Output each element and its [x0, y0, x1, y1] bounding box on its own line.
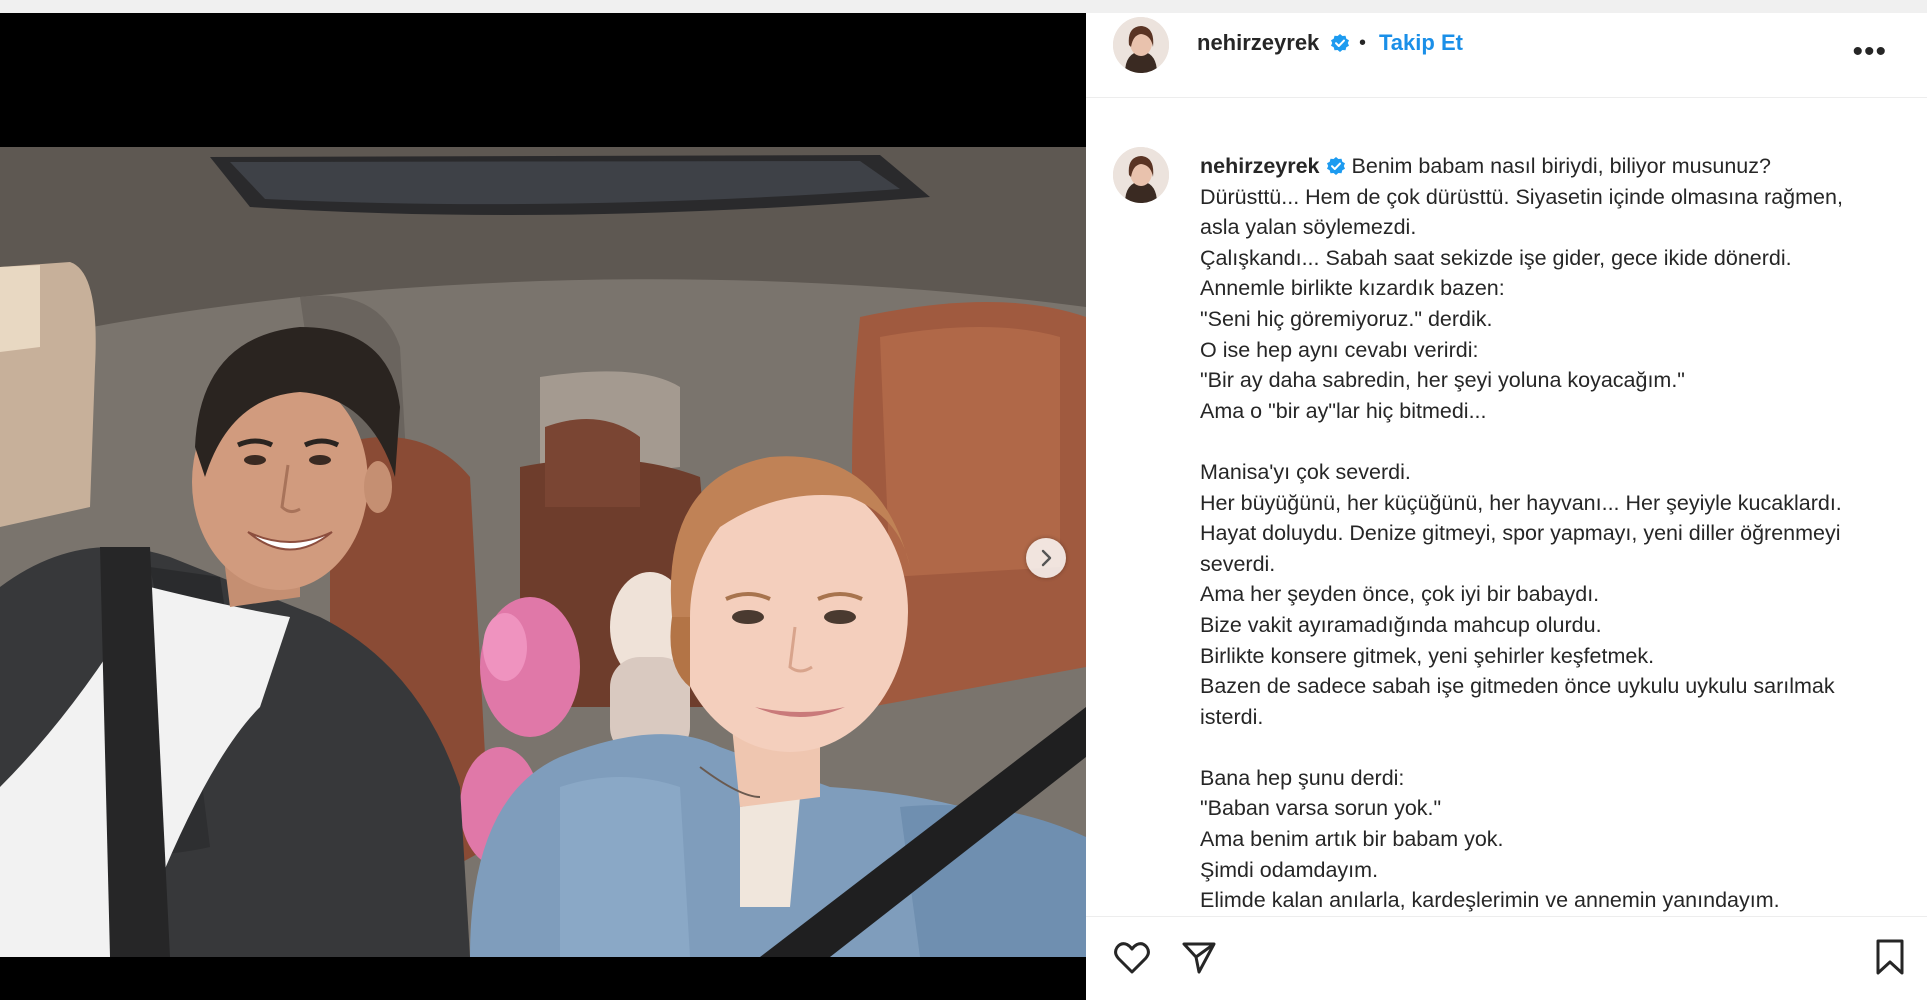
caption-line: asla yalan söylemezdi. — [1200, 215, 1417, 240]
post-actions-bar — [1086, 916, 1927, 1001]
caption-spacer — [1200, 426, 1900, 457]
chevron-right-icon — [1041, 549, 1052, 567]
caption-body: Dürüsttü... Hem de çok dürüsttü. Siyaset… — [1200, 182, 1900, 912]
next-media-button[interactable] — [1026, 538, 1066, 578]
caption-line: Bize vakit ayıramadığında mahcup olurdu. — [1200, 612, 1602, 637]
avatar-image — [1113, 147, 1169, 203]
caption-line: Her büyüğünü, her küçüğünü, her hayvanı.… — [1200, 490, 1842, 515]
caption-line: isterdi. — [1200, 704, 1264, 729]
header-separator: • — [1359, 32, 1367, 54]
verified-badge-icon — [1326, 157, 1345, 175]
caption-line: Bana hep şunu derdi: — [1200, 765, 1405, 790]
caption-spacer — [1200, 732, 1900, 763]
post-photo — [0, 147, 1086, 957]
comments-area[interactable]: nehirzeyrek Benim babam nasıl biriydi, bi… — [1086, 97, 1927, 912]
caption-first-line: nehirzeyrek Benim babam nasıl biriydi, bi… — [1200, 151, 1900, 182]
caption-line: "Seni hiç göremiyoruz." derdik. — [1200, 306, 1493, 331]
caption-author-avatar[interactable] — [1113, 147, 1169, 203]
browser-top-strip — [0, 0, 1927, 13]
caption-line: Birlikte konsere gitmek, yeni şehirler k… — [1200, 643, 1655, 668]
post-side-panel: nehirzeyrek • Takip Et ••• nehirzeyrek Be… — [1086, 13, 1927, 1001]
bookmark-icon[interactable] — [1875, 938, 1905, 976]
caption-line: "Baban varsa sorun yok." — [1200, 796, 1442, 821]
paper-plane-icon[interactable] — [1181, 939, 1217, 975]
caption-username[interactable]: nehirzeyrek — [1200, 154, 1320, 178]
post-media[interactable] — [0, 13, 1086, 1000]
caption-line: O ise hep aynı cevabı verirdi: — [1200, 337, 1479, 362]
post-caption: nehirzeyrek Benim babam nasıl biriydi, bi… — [1200, 151, 1900, 912]
caption-line: Elimde kalan anılarla, kardeşlerimin ve … — [1200, 888, 1780, 912]
caption-line: Bazen de sadece sabah işe gitmeden önce … — [1200, 674, 1835, 699]
caption-line: Şimdi odamdayım. — [1200, 857, 1379, 882]
caption-line: Ama benim artık bir babam yok. — [1200, 827, 1504, 852]
avatar-image — [1113, 17, 1169, 73]
verified-badge-icon — [1331, 34, 1349, 52]
author-username[interactable]: nehirzeyrek — [1197, 30, 1319, 56]
caption-line: Çalışkandı... Sabah saat sekizde işe gid… — [1200, 245, 1792, 270]
heart-icon[interactable] — [1112, 938, 1152, 978]
caption-line: "Bir ay daha sabredin, her şeyi yoluna k… — [1200, 368, 1685, 393]
caption-line: Ama her şeyden önce, çok iyi bir babaydı… — [1200, 582, 1600, 607]
caption-text: Benim babam nasıl biriydi, biliyor musun… — [1351, 154, 1771, 178]
author-avatar[interactable] — [1113, 17, 1169, 73]
caption-line: Annemle birlikte kızardık bazen: — [1200, 276, 1505, 301]
caption-line: Ama o "bir ay"lar hiç bitmedi... — [1200, 398, 1487, 423]
caption-line: severdi. — [1200, 551, 1276, 576]
caption-line: Manisa'yı çok severdi. — [1200, 459, 1411, 484]
car-selfie-illustration — [0, 147, 1086, 957]
follow-button[interactable]: Takip Et — [1379, 30, 1463, 56]
post-header: nehirzeyrek • Takip Et ••• — [1086, 13, 1927, 98]
caption-line: Dürüsttü... Hem de çok dürüsttü. Siyaset… — [1200, 184, 1843, 209]
more-options-button[interactable]: ••• — [1852, 35, 1887, 69]
caption-line: Hayat doluydu. Denize gitmeyi, spor yapm… — [1200, 521, 1841, 546]
